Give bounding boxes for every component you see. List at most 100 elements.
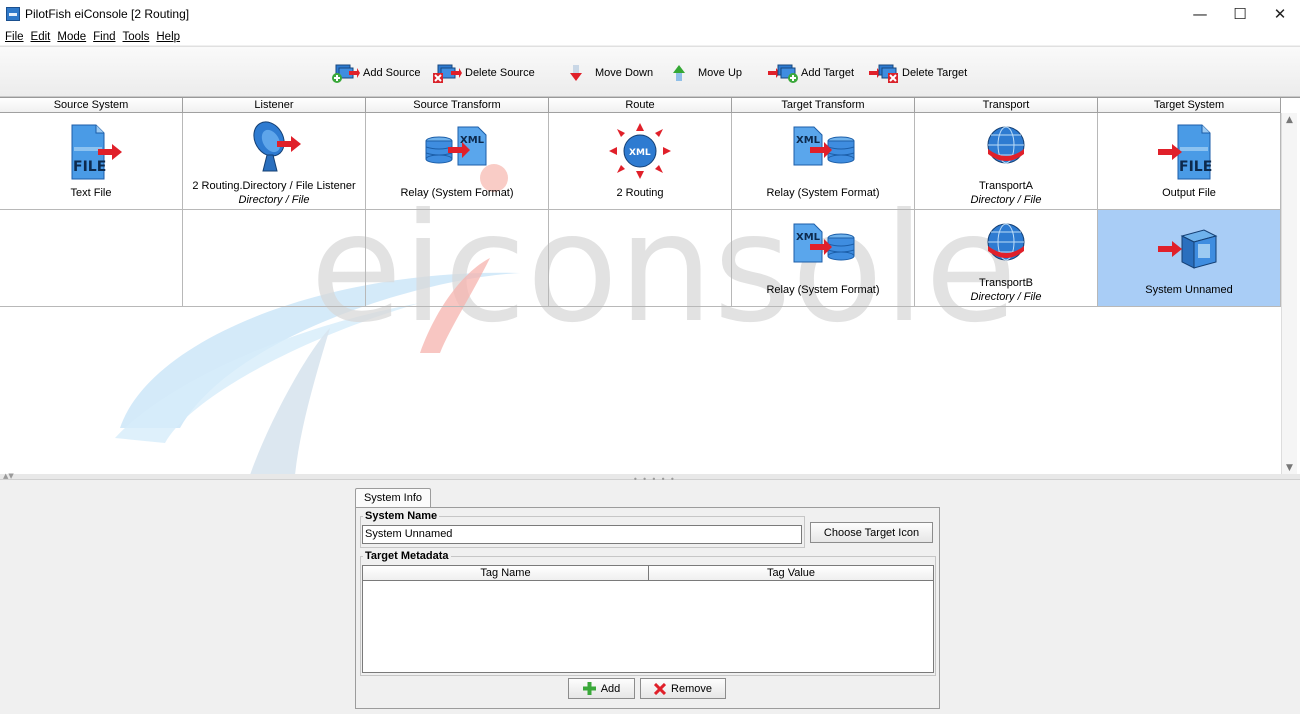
menu-edit[interactable]: Edit [31,31,51,43]
menu-tools[interactable]: Tools [123,31,150,43]
column-header-target-system[interactable]: Target System [1098,98,1281,113]
cell-source-system-text-file[interactable]: FILE Text File [0,113,183,210]
svg-text:FILE: FILE [1179,159,1212,175]
xml-database-icon: XML [425,126,487,166]
menu-help[interactable]: Help [156,31,180,43]
column-header-source-system[interactable]: Source System [0,98,183,113]
add-source-label: Add Source [363,67,421,79]
cell-source-transform-relay[interactable]: XML Relay (System Format) [366,113,549,210]
column-header-tag-name[interactable]: Tag Name [363,566,649,581]
cell-transport-a[interactable]: TransportA Directory / File [915,113,1098,210]
delete-target-label: Delete Target [902,67,968,79]
menu-find[interactable]: Find [93,31,115,43]
system-name-input[interactable]: System Unnamed [362,525,802,544]
remove-label: Remove [671,682,712,695]
menu-mode[interactable]: Mode [57,31,86,43]
delete-source-label: Delete Source [465,67,535,79]
cell-sublabel: Directory / File [238,194,310,206]
cell-empty[interactable] [0,210,183,307]
file-icon: FILE [1158,124,1212,180]
globe-icon [987,126,1025,164]
cell-label: 2 Routing [616,187,664,199]
move-up-button[interactable]: Move Up [665,62,742,84]
cell-label: Relay (System Format) [400,187,514,199]
cell-label: 2 Routing.Directory / File Listener [192,180,356,192]
cell-target-transform-relay[interactable]: XML Relay (System Format) [732,113,915,210]
tab-system-info[interactable]: System Info [355,488,431,508]
title-bar: PilotFish eiConsole [2 Routing] — ☐ ✕ [0,0,1300,28]
arrow-up-icon [673,65,685,81]
cell-sublabel: Directory / File [970,291,1042,303]
system-name-legend: System Name [363,510,440,522]
move-up-label: Move Up [698,67,743,79]
xml-database-icon: XML [793,126,855,166]
splitter-grip-icon: • • • • • [633,475,676,484]
add-target-label: Add Target [801,67,855,79]
cell-target-system-output-file[interactable]: FILE Output File [1098,113,1281,210]
add-label: Add [600,682,621,695]
cell-label: TransportB [978,277,1033,289]
menu-bar: File Edit Mode Find Tools Help [0,28,1300,45]
delete-source-button[interactable]: Delete Source [432,62,535,84]
plus-icon [582,682,596,695]
move-down-button[interactable]: Move Down [562,62,653,84]
menu-file[interactable]: File [5,31,24,43]
cell-listener-directory-file[interactable]: 2 Routing.Directory / File Listener Dire… [183,113,366,210]
system-name-group: System Name System Unnamed [360,510,805,548]
xml-route-icon: XML [609,123,671,179]
cell-empty[interactable] [549,210,732,307]
target-metadata-group: Target Metadata Tag Name Tag Value [360,550,936,676]
cell-label: Relay (System Format) [766,284,880,296]
metadata-table[interactable]: Tag Name Tag Value [362,565,934,673]
column-header-listener[interactable]: Listener [183,98,366,113]
cell-label: TransportA [978,180,1033,192]
globe-icon [987,223,1025,261]
system-box-icon [1158,229,1218,269]
route-grid: eiconsole Source System Listener Source … [0,97,1300,474]
column-header-route[interactable]: Route [549,98,732,113]
delete-target-icon [869,64,898,83]
cell-empty[interactable] [183,210,366,307]
scroll-down-icon[interactable]: ▼ [1282,461,1297,474]
column-header-target-transform[interactable]: Target Transform [732,98,915,113]
xml-database-icon: XML [793,223,855,263]
scroll-up-icon[interactable]: ▲ [1282,113,1297,127]
toolbar: Add Source Delete Source Move Down Move … [0,46,1300,97]
red-x-icon [654,682,667,695]
cell-route-2-routing[interactable]: XML 2 Routing [549,113,732,210]
add-source-icon [332,64,360,83]
app-icon [6,7,20,21]
file-icon: FILE [71,124,122,180]
add-source-button[interactable]: Add Source [330,62,420,84]
column-header-transport[interactable]: Transport [915,98,1098,113]
vertical-scrollbar[interactable]: ▲ ▼ [1281,113,1297,474]
column-header-source-transform[interactable]: Source Transform [366,98,549,113]
cell-label: Relay (System Format) [766,187,880,199]
cell-empty[interactable] [366,210,549,307]
choose-target-icon-button[interactable]: Choose Target Icon [810,522,933,543]
cell-transport-b[interactable]: TransportB Directory / File [915,210,1098,307]
maximize-button[interactable]: ☐ [1220,0,1260,28]
panel-splitter[interactable]: ▲▼ • • • • • [0,472,1300,484]
delete-source-icon [433,64,462,83]
svg-text:XML: XML [629,148,651,158]
splitter-arrows-icon[interactable]: ▲▼ [3,472,14,480]
column-header-tag-value[interactable]: Tag Value [649,566,933,581]
svg-text:XML: XML [796,135,821,146]
add-target-button[interactable]: Add Target [768,62,854,84]
delete-target-button[interactable]: Delete Target [869,62,967,84]
minimize-button[interactable]: — [1180,0,1220,28]
cell-target-system-unnamed[interactable]: System Unnamed [1098,210,1281,307]
cell-label: Text File [70,187,112,199]
cell-label: System Unnamed [1145,284,1233,296]
target-metadata-legend: Target Metadata [363,550,451,562]
add-target-icon [768,64,798,83]
close-button[interactable]: ✕ [1260,0,1300,28]
move-down-label: Move Down [595,67,654,79]
satellite-dish-icon [253,121,301,172]
add-metadata-button[interactable]: Add [568,678,635,699]
window-title: PilotFish eiConsole [2 Routing] [25,7,190,21]
cell-target-transform-relay-2[interactable]: XML Relay (System Format) [732,210,915,307]
remove-metadata-button[interactable]: Remove [640,678,726,699]
system-info-panel: System Name System Unnamed Choose Target… [355,507,940,709]
